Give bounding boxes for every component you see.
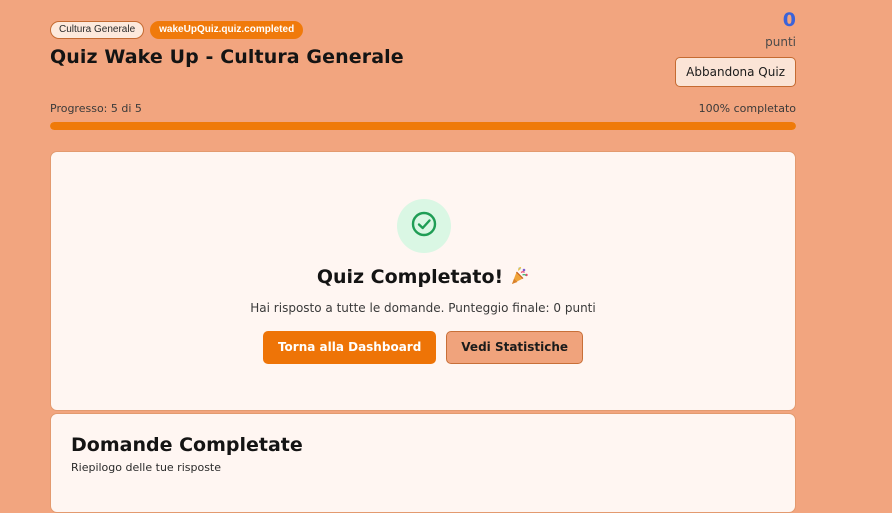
quiz-badges: Cultura Generale wakeUpQuiz.quiz.complet… [50, 21, 304, 39]
score-label: punti [765, 35, 796, 49]
view-statistics-button[interactable]: Vedi Statistiche [446, 331, 584, 364]
progress-bar-fill [50, 122, 796, 130]
party-popper-icon [509, 266, 529, 291]
completed-questions-card: Domande Completate Riepilogo delle tue r… [50, 413, 796, 513]
completed-questions-title: Domande Completate [71, 434, 303, 456]
abandon-quiz-button[interactable]: Abbandona Quiz [675, 57, 796, 87]
completion-actions: Torna alla Dashboard Vedi Statistiche [51, 331, 795, 364]
completion-card: Quiz Completato! Hai risposto a tutte le… [50, 151, 796, 411]
score-value: 0 [782, 9, 796, 31]
progress-bar [50, 122, 796, 130]
completion-message: Hai risposto a tutte le domande. Puntegg… [250, 301, 596, 315]
progress-label: Progresso: 5 di 5 [50, 102, 142, 115]
page-title: Quiz Wake Up - Cultura Generale [50, 46, 404, 68]
completed-questions-subtitle: Riepilogo delle tue risposte [71, 461, 222, 474]
progress-percent: 100% completato [698, 102, 796, 115]
success-badge [397, 199, 451, 253]
completion-title: Quiz Completato! [316, 266, 504, 288]
status-badge: wakeUpQuiz.quiz.completed [150, 21, 304, 39]
back-to-dashboard-button[interactable]: Torna alla Dashboard [262, 331, 437, 364]
category-badge: Cultura Generale [50, 21, 145, 39]
check-circle-icon [410, 210, 438, 242]
completion-heading: Quiz Completato! [51, 266, 795, 291]
